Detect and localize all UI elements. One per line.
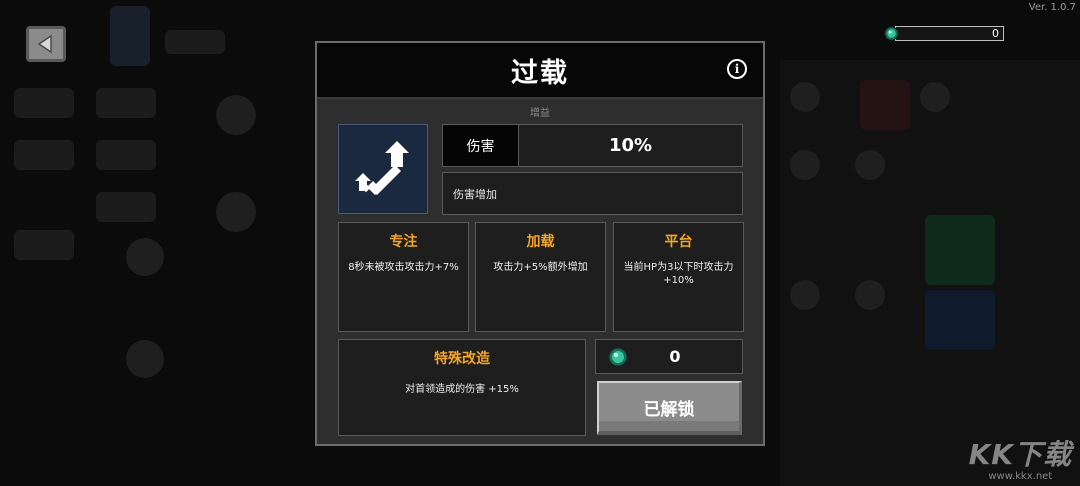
special-desc: 对首领造成的伤害 +15% — [405, 384, 519, 395]
perk-title: 加载 — [526, 234, 555, 250]
bg-element — [96, 140, 156, 170]
back-arrow-icon — [37, 34, 52, 54]
perk-card: 专注 8秒未被攻击攻击力+7% — [338, 222, 469, 332]
bg-element — [855, 150, 885, 180]
watermark-main: KK下载 — [968, 438, 1072, 471]
bg-element — [790, 280, 820, 310]
perk-desc: 攻击力+5%额外增加 — [493, 262, 588, 273]
bg-element — [920, 82, 950, 112]
stat-value: 10% — [608, 135, 653, 156]
gem-icon — [884, 26, 899, 41]
sword-upgrade-icon — [355, 141, 409, 195]
version-label: Ver. 1.0.7 — [1028, 2, 1076, 13]
bg-element — [860, 80, 910, 130]
perk-title: 平台 — [664, 234, 693, 250]
currency-value: 0 — [895, 26, 1004, 41]
gem-icon — [608, 347, 628, 366]
special-title: 特殊改造 — [434, 351, 490, 367]
modal-subtitle: 增益 — [530, 108, 550, 119]
bg-element — [96, 192, 156, 222]
modal-header: 过载 i — [317, 43, 763, 99]
skill-description: 伤害增加 — [442, 172, 743, 215]
bg-element — [855, 280, 885, 310]
bg-element — [165, 30, 225, 54]
bg-element — [126, 340, 164, 378]
perk-desc: 当前HP为3以下时攻击力+10% — [623, 262, 734, 286]
watermark: KK下载 www.kkx.net — [969, 433, 1072, 482]
perk-title: 专注 — [389, 234, 418, 250]
skill-icon-box — [338, 124, 428, 214]
bg-element — [216, 95, 256, 135]
back-button[interactable] — [26, 26, 66, 62]
bg-element — [790, 82, 820, 112]
bg-element — [96, 88, 156, 118]
bg-element — [126, 238, 164, 276]
bg-element — [14, 140, 74, 170]
upgrade-modal: 过载 i 增益 伤害 10% 伤害增加 专注 8秒未被攻击攻击力+7% 加载 攻… — [315, 41, 765, 446]
perk-desc: 8秒未被攻击攻击力+7% — [348, 262, 459, 273]
stat-row: 伤害 10% — [442, 124, 743, 167]
perk-card: 平台 当前HP为3以下时攻击力+10% — [613, 222, 744, 332]
bg-element — [790, 150, 820, 180]
special-mod-card: 特殊改造 对首领造成的伤害 +15% — [338, 339, 586, 436]
perk-card: 加载 攻击力+5%额外增加 — [475, 222, 606, 332]
bg-element — [14, 88, 74, 118]
unlocked-button[interactable]: 已解锁 — [597, 381, 742, 435]
cost-value: 0 — [669, 347, 681, 366]
bg-element — [110, 6, 150, 66]
stat-label: 伤害 — [443, 125, 519, 166]
modal-title: 过载 — [511, 57, 569, 89]
bg-element — [216, 192, 256, 232]
bg-element — [925, 290, 995, 350]
bg-element — [14, 230, 74, 260]
cost-box: 0 — [595, 339, 743, 374]
currency-bar: 0 — [884, 25, 1004, 42]
bg-element — [925, 215, 995, 285]
info-icon[interactable]: i — [727, 59, 747, 79]
